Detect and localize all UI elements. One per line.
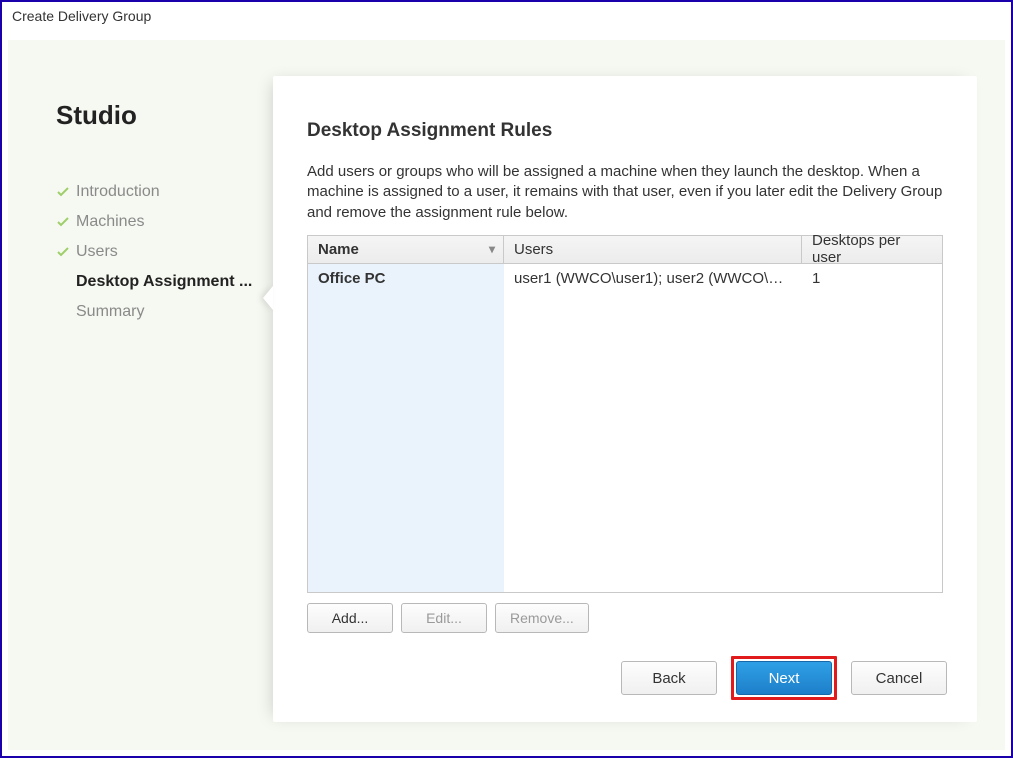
studio-brand: Studio: [56, 100, 273, 131]
step-users[interactable]: Users: [56, 237, 273, 267]
content-area: Studio Introduction Machines Users: [8, 40, 1005, 750]
step-machines[interactable]: Machines: [56, 207, 273, 237]
step-summary[interactable]: Summary: [56, 297, 273, 327]
column-header-name[interactable]: Name ▾: [308, 236, 504, 263]
remove-button[interactable]: Remove...: [495, 603, 589, 633]
step-label: Summary: [56, 303, 144, 321]
step-desktop-assignment[interactable]: Desktop Assignment ...: [56, 267, 273, 297]
wizard-buttons: Back Next Cancel: [621, 656, 947, 700]
table-header: Name ▾ Users Desktops per user: [308, 236, 942, 264]
step-label: Users: [76, 243, 118, 261]
wizard-sidebar: Studio Introduction Machines Users: [8, 40, 273, 750]
page-description: Add users or groups who will be assigned…: [307, 162, 943, 223]
page-title: Desktop Assignment Rules: [307, 120, 943, 142]
column-header-users[interactable]: Users: [504, 236, 802, 263]
step-introduction[interactable]: Introduction: [56, 177, 273, 207]
cancel-button[interactable]: Cancel: [851, 661, 947, 695]
window-title: Create Delivery Group: [2, 2, 1011, 32]
column-header-desktops-per-user[interactable]: Desktops per user: [802, 236, 942, 263]
step-label: Introduction: [76, 183, 160, 201]
check-icon: [56, 185, 70, 199]
table-row[interactable]: Office PC user1 (WWCO\user1); user2 (WWC…: [308, 264, 942, 592]
add-button[interactable]: Add...: [307, 603, 393, 633]
highlight-annotation: Next: [731, 656, 837, 700]
next-button[interactable]: Next: [736, 661, 832, 695]
row-action-buttons: Add... Edit... Remove...: [307, 603, 943, 633]
cell-desktops-per-user: 1: [802, 264, 942, 592]
check-icon: [56, 245, 70, 259]
rules-table: Name ▾ Users Desktops per user Office PC…: [307, 235, 943, 593]
step-label: Desktop Assignment ...: [56, 273, 252, 291]
step-label: Machines: [76, 213, 144, 231]
column-label: Users: [514, 241, 553, 258]
back-button[interactable]: Back: [621, 661, 717, 695]
column-label: Desktops per user: [812, 232, 932, 266]
sort-arrow-down-icon: ▾: [489, 242, 495, 256]
main-panel: Desktop Assignment Rules Add users or gr…: [273, 76, 977, 722]
dialog-window: Create Delivery Group Studio Introductio…: [0, 0, 1013, 758]
cell-name: Office PC: [308, 264, 504, 592]
column-label: Name: [318, 241, 359, 258]
cell-users: user1 (WWCO\user1); user2 (WWCO\us...: [504, 264, 802, 592]
check-icon: [56, 215, 70, 229]
edit-button[interactable]: Edit...: [401, 603, 487, 633]
